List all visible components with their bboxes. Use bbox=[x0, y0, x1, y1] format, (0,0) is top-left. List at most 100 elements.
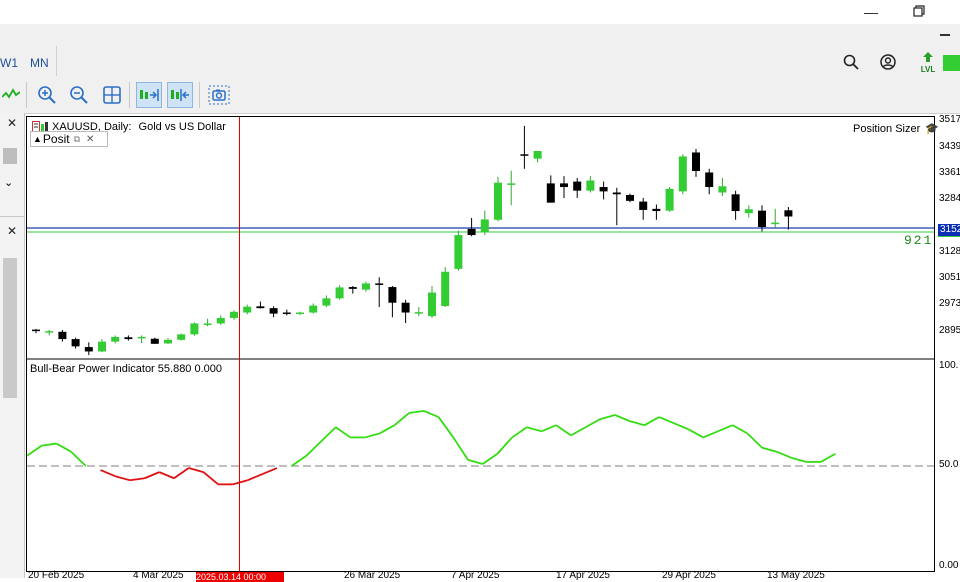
minimize-panel-icon[interactable]: ⧉ bbox=[74, 134, 80, 145]
crosshair-line bbox=[239, 117, 240, 572]
x-axis-label: 29 Apr 2025 bbox=[662, 570, 716, 581]
account-icon[interactable] bbox=[880, 54, 898, 72]
minimize-icon[interactable]: — bbox=[860, 2, 882, 22]
candle-body bbox=[84, 347, 93, 352]
candle-body bbox=[705, 172, 714, 188]
position-sizer-label[interactable]: Position Sizer 🎓 bbox=[853, 122, 939, 135]
candle-body bbox=[612, 192, 621, 195]
y-axis-label: 3051 bbox=[939, 272, 960, 283]
close-icon[interactable]: ✕ bbox=[4, 224, 20, 238]
scrollbar-thumb[interactable] bbox=[3, 148, 17, 164]
candle-body bbox=[573, 181, 582, 191]
search-icon[interactable] bbox=[843, 54, 861, 72]
candle-body bbox=[137, 336, 146, 339]
x-axis-label: 17 Apr 2025 bbox=[556, 570, 610, 581]
candle-body bbox=[546, 183, 555, 203]
screenshot-icon[interactable] bbox=[206, 82, 232, 108]
zoom-out-icon[interactable] bbox=[66, 82, 92, 108]
candle-body bbox=[243, 306, 252, 313]
indicator-segment bbox=[467, 459, 483, 465]
close-icon[interactable]: ✕ bbox=[4, 116, 20, 130]
indicator-segment bbox=[585, 418, 601, 429]
candle-body bbox=[784, 210, 793, 217]
pane-divider[interactable] bbox=[27, 358, 934, 360]
indicator-segment bbox=[717, 424, 733, 433]
candle-body bbox=[388, 287, 397, 303]
candle-body bbox=[335, 287, 344, 299]
lvl-icon[interactable]: LVL bbox=[918, 52, 938, 74]
close-icon[interactable]: ✕ bbox=[86, 134, 94, 145]
candle-body bbox=[414, 312, 423, 314]
price-chart[interactable] bbox=[27, 117, 934, 358]
position-panel[interactable]: ▲ Posit ⧉ ✕ bbox=[30, 131, 108, 147]
grid-icon[interactable] bbox=[99, 82, 125, 108]
indicator-segment bbox=[732, 424, 748, 435]
lvl-label: LVL bbox=[920, 65, 936, 74]
indicator-y-label: 100. bbox=[939, 360, 959, 371]
candle-body bbox=[731, 194, 740, 212]
line-chart-icon[interactable] bbox=[1, 87, 21, 104]
indicator-segment bbox=[393, 412, 410, 426]
candle-body bbox=[216, 317, 225, 324]
indicator-segment bbox=[364, 432, 381, 439]
indicator-segment bbox=[188, 467, 204, 473]
indicator-y-label: 0.00 bbox=[939, 560, 959, 571]
level-label: 921 bbox=[904, 233, 934, 248]
indicator-segment bbox=[658, 416, 675, 424]
x-axis-label: 13 May 2025 bbox=[767, 570, 825, 581]
scrollbar-thumb[interactable] bbox=[3, 258, 17, 398]
toolbar-separator bbox=[129, 82, 130, 108]
crosshair-date-label: 2025.03.14 00:00 bbox=[196, 572, 284, 582]
candle-body bbox=[507, 183, 516, 185]
chevron-down-icon[interactable]: ⌄ bbox=[4, 176, 13, 189]
indicator-segment bbox=[423, 410, 439, 418]
indicator-segment bbox=[320, 426, 337, 443]
panel-divider bbox=[0, 216, 24, 217]
tf-mn[interactable]: MN bbox=[30, 56, 49, 70]
indicator-segment bbox=[55, 442, 72, 453]
candle-body bbox=[441, 271, 450, 306]
candle-body bbox=[309, 305, 318, 313]
candle-body bbox=[744, 209, 753, 214]
current-price-tag: 3152 bbox=[938, 224, 960, 236]
candle-body bbox=[32, 329, 40, 332]
candle-body bbox=[322, 298, 331, 306]
collapse-triangle-icon[interactable]: ▲ bbox=[33, 134, 42, 144]
shift-left-icon[interactable] bbox=[167, 82, 193, 108]
candle-body bbox=[771, 222, 780, 225]
x-axis-label: 26 Mar 2025 bbox=[344, 570, 401, 581]
candle-body bbox=[401, 302, 410, 313]
level-price-tag bbox=[938, 236, 960, 237]
indicator-segment bbox=[41, 442, 57, 447]
x-axis-label: 4 Mar 2025 bbox=[133, 570, 184, 581]
position-panel-label: Posit bbox=[42, 132, 70, 146]
candle-body bbox=[533, 151, 542, 159]
indicator-segment bbox=[629, 420, 645, 427]
indicator-segment bbox=[526, 426, 542, 433]
indicator-segment bbox=[100, 469, 116, 478]
y-axis-label: 3517 bbox=[939, 114, 960, 125]
candle-body bbox=[177, 334, 186, 340]
candle-body bbox=[45, 331, 54, 333]
indicator-chart[interactable] bbox=[27, 361, 934, 571]
minimize-chart-icon[interactable] bbox=[940, 30, 954, 36]
candle-body bbox=[494, 182, 502, 220]
candle-body bbox=[269, 308, 278, 314]
indicator-title: Bull-Bear Power Indicator 55.880 0.000 bbox=[30, 363, 223, 375]
indicator-segment bbox=[379, 424, 395, 435]
indicator-segment bbox=[555, 424, 572, 437]
indicator-segment bbox=[232, 479, 248, 486]
zoom-in-icon[interactable] bbox=[34, 82, 60, 108]
candle-body bbox=[256, 306, 265, 309]
scroll-right-icon[interactable] bbox=[136, 82, 162, 108]
candle-body bbox=[428, 292, 436, 317]
tf-w1[interactable]: W1 bbox=[0, 56, 18, 70]
indicator-segment bbox=[27, 444, 43, 457]
indicator-segment bbox=[305, 440, 322, 457]
indicator-segment bbox=[202, 471, 219, 486]
candle-body bbox=[718, 186, 727, 193]
position-sizer-text: Position Sizer bbox=[853, 123, 921, 135]
candle-body bbox=[348, 287, 357, 289]
y-axis-label: 2895 bbox=[939, 325, 960, 336]
restore-icon[interactable] bbox=[908, 2, 930, 22]
